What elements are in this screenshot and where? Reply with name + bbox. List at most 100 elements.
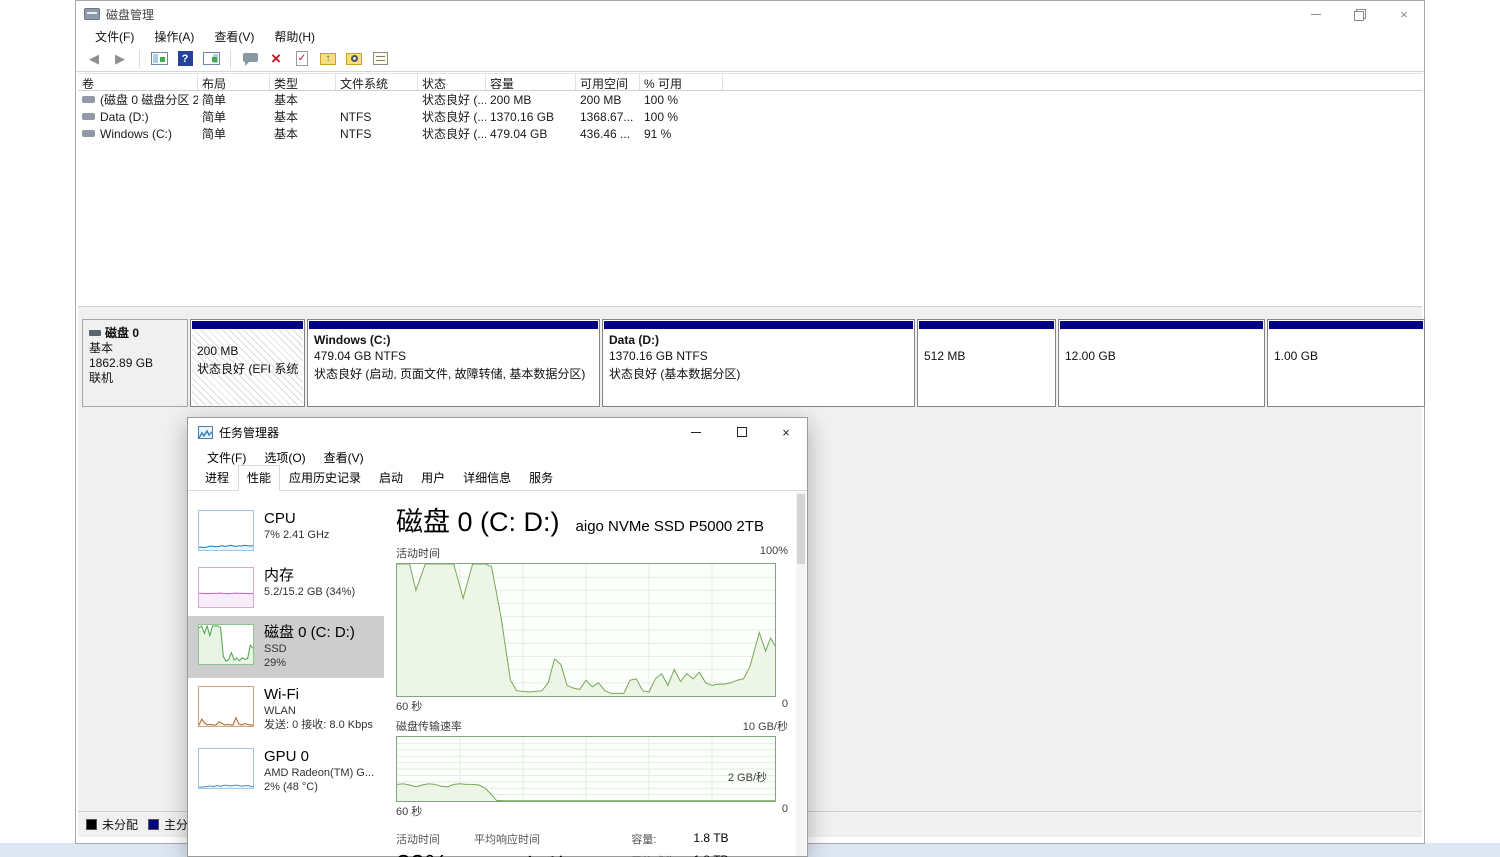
col-percent-free[interactable]: % 可用 xyxy=(640,74,723,90)
folder-up-icon[interactable]: ↑ xyxy=(318,49,338,69)
col-status[interactable]: 状态 xyxy=(418,74,486,90)
menu-action[interactable]: 操作(A) xyxy=(145,27,203,46)
tab-services[interactable]: 服务 xyxy=(520,465,562,491)
partition-color-bar xyxy=(604,321,913,329)
back-icon[interactable]: ◀ xyxy=(84,49,104,69)
cell-filesystem: NTFS xyxy=(336,110,418,124)
sidebar-item-disk-0[interactable]: 磁盘 0 (C: D:) SSD 29% xyxy=(188,616,384,678)
disk-status: 联机 xyxy=(89,371,181,386)
disk-stats: 活动时间 29% 平均响应时间 0.3 毫秒 容量: 1.8 TB 已格式化: xyxy=(396,831,788,857)
disk-0-info-box[interactable]: 磁盘 0 基本 1862.89 GB 联机 xyxy=(82,319,188,407)
tab-startup[interactable]: 启动 xyxy=(370,465,412,491)
cell-status: 状态良好 (... xyxy=(418,91,486,108)
col-capacity[interactable]: 容量 xyxy=(486,74,576,90)
col-empty xyxy=(723,74,1422,90)
stat-label: 平均响应时间 xyxy=(474,831,569,847)
info-formatted: 已格式化: 1.8 TB xyxy=(631,853,728,857)
disk-0-row: 磁盘 0 基本 1862.89 GB 联机 200 MB 状态良好 (EFI 系… xyxy=(82,319,1425,407)
partition-windows-c[interactable]: Windows (C:) 479.04 GB NTFS 状态良好 (启动, 页面… xyxy=(307,319,600,407)
menu-view[interactable]: 查看(V) xyxy=(205,27,263,46)
tab-app-history[interactable]: 应用历史记录 xyxy=(280,465,370,491)
table-row[interactable]: (磁盘 0 磁盘分区 2) 简单 基本 状态良好 (... 200 MB 200… xyxy=(78,91,1422,108)
partition-512mb[interactable]: 512 MB xyxy=(917,319,1056,407)
task-manager-tabs: 进程 性能 应用历史记录 启动 用户 详细信息 服务 xyxy=(188,468,807,491)
properties-icon[interactable] xyxy=(370,49,390,69)
col-filesystem[interactable]: 文件系统 xyxy=(336,74,418,90)
toolbar-separator xyxy=(139,50,140,68)
cell-capacity: 200 MB xyxy=(486,93,576,107)
partition-12gb[interactable]: 12.00 GB xyxy=(1058,319,1265,407)
action-pane-icon[interactable] xyxy=(201,49,221,69)
col-free-space[interactable]: 可用空间 xyxy=(576,74,640,90)
disk-sparkline xyxy=(198,624,254,665)
sidebar-item-title: 磁盘 0 (C: D:) xyxy=(264,624,355,642)
sidebar-item-title: GPU 0 xyxy=(264,748,374,766)
performance-main-panel: 磁盘 0 (C: D:) aigo NVMe SSD P5000 2TB 活动时… xyxy=(396,500,788,857)
sidebar-item-detail: 2% (48 °C) xyxy=(264,780,374,794)
console-tree-icon[interactable] xyxy=(149,49,169,69)
desktop: 磁盘管理 × 文件(F) 操作(A) 查看(V) 帮助(H) ◀ ▶ ? × ✓… xyxy=(0,0,1500,857)
tab-details[interactable]: 详细信息 xyxy=(454,465,520,491)
partition-color-bar xyxy=(1060,321,1263,329)
maximize-icon[interactable] xyxy=(737,427,747,437)
chart2-xleft-label: 60 秒 xyxy=(396,803,422,819)
callout-icon[interactable] xyxy=(240,49,260,69)
minimize-icon[interactable] xyxy=(691,432,705,433)
restore-icon[interactable] xyxy=(1352,6,1368,22)
stat-avg-response-time: 平均响应时间 0.3 毫秒 xyxy=(474,831,569,857)
partition-data-d[interactable]: Data (D:) 1370.16 GB NTFS 状态良好 (基本数据分区) xyxy=(602,319,915,407)
cell-free: 436.46 ... xyxy=(576,127,640,141)
tab-users[interactable]: 用户 xyxy=(412,465,454,491)
table-row[interactable]: Data (D:) 简单 基本 NTFS 状态良好 (... 1370.16 G… xyxy=(78,108,1422,125)
sidebar-item-gpu-0[interactable]: GPU 0 AMD Radeon(TM) G... 2% (48 °C) xyxy=(188,740,384,802)
partition-name: Data (D:) xyxy=(609,333,908,349)
disk-info-col: 容量: 1.8 TB 已格式化: 1.8 TB xyxy=(631,831,728,857)
tab-processes[interactable]: 进程 xyxy=(196,465,238,491)
gpu-sparkline xyxy=(198,748,254,789)
transfer-rate-chart: 2 GB/秒 xyxy=(396,736,776,802)
cell-type: 基本 xyxy=(270,125,336,142)
partition-color-bar xyxy=(192,321,303,329)
task-manager-titlebar[interactable]: 任务管理器 × xyxy=(188,418,807,446)
sidebar-item-memory[interactable]: 内存 5.2/15.2 GB (34%) xyxy=(188,559,384,616)
tab-performance[interactable]: 性能 xyxy=(238,465,280,491)
folder-search-icon[interactable] xyxy=(344,49,364,69)
table-row[interactable]: Windows (C:) 简单 基本 NTFS 状态良好 (... 479.04… xyxy=(78,125,1422,142)
sidebar-item-detail: 5.2/15.2 GB (34%) xyxy=(264,585,355,599)
sidebar-item-wifi[interactable]: Wi-Fi WLAN 发送: 0 接收: 8.0 Kbps xyxy=(188,678,384,740)
close-icon[interactable]: × xyxy=(779,425,793,440)
minimize-icon[interactable] xyxy=(1308,6,1324,22)
delete-icon[interactable]: × xyxy=(266,49,286,69)
info-capacity: 容量: 1.8 TB xyxy=(631,831,728,847)
partition-1gb[interactable]: 1.00 GB xyxy=(1267,319,1425,407)
partition-status: 状态良好 (基本数据分区) xyxy=(609,365,908,381)
sidebar-item-cpu[interactable]: CPU 7% 2.41 GHz xyxy=(188,502,384,559)
cell-type: 基本 xyxy=(270,108,336,125)
active-time-chart xyxy=(396,563,776,697)
col-type[interactable]: 类型 xyxy=(270,74,336,90)
scrollbar[interactable] xyxy=(796,492,806,856)
legend-swatch-primary xyxy=(148,819,159,830)
sidebar-item-detail: AMD Radeon(TM) G... xyxy=(264,766,374,780)
sidebar-item-title: CPU xyxy=(264,510,329,528)
col-volume[interactable]: 卷 xyxy=(78,74,198,90)
check-document-icon[interactable]: ✓ xyxy=(292,49,312,69)
disk-management-titlebar[interactable]: 磁盘管理 × xyxy=(76,1,1424,27)
sidebar-item-detail: 发送: 0 接收: 8.0 Kbps xyxy=(264,718,373,732)
menu-file[interactable]: 文件(F) xyxy=(86,27,143,46)
sidebar-item-detail: 7% 2.41 GHz xyxy=(264,528,329,542)
scrollbar-thumb[interactable] xyxy=(797,494,805,564)
chart2-ymax-label: 10 GB/秒 xyxy=(743,718,788,734)
partition-efi[interactable]: 200 MB 状态良好 (EFI 系统分 xyxy=(190,319,305,407)
partition-size: 200 MB xyxy=(197,344,298,360)
forward-icon[interactable]: ▶ xyxy=(110,49,130,69)
cell-filesystem: NTFS xyxy=(336,127,418,141)
chart2-title: 磁盘传输速率 xyxy=(396,718,462,734)
cpu-sparkline xyxy=(198,510,254,551)
menu-help[interactable]: 帮助(H) xyxy=(265,27,324,46)
help-icon[interactable]: ? xyxy=(175,49,195,69)
col-layout[interactable]: 布局 xyxy=(198,74,270,90)
close-icon[interactable]: × xyxy=(1396,6,1412,22)
cell-percent: 91 % xyxy=(640,127,723,141)
task-manager-body: CPU 7% 2.41 GHz 内存 5.2/15.2 GB (34%) 磁盘 … xyxy=(188,492,807,856)
